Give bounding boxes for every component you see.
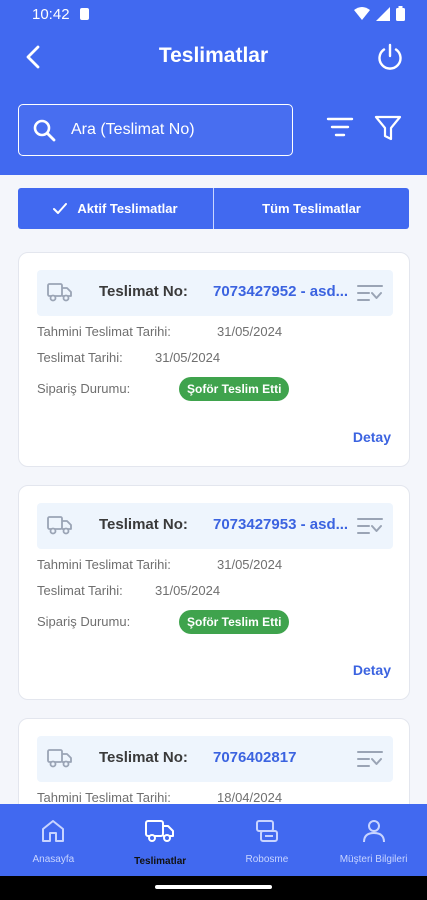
delivery-card[interactable]: Teslimat No: 7073427952 - asd... Tahmini… — [18, 252, 410, 467]
estimated-date-label: Tahmini Teslimat Tarihi: — [37, 324, 171, 339]
delivery-card-header: Teslimat No: 7073427952 - asd... — [37, 270, 393, 316]
delivery-date-value: 31/05/2024 — [155, 583, 221, 598]
check-icon — [53, 203, 68, 214]
truck-icon — [47, 516, 72, 535]
tab-active-deliveries[interactable]: Aktif Teslimatlar — [18, 188, 213, 229]
delivery-date-row: Teslimat Tarihi: 31/05/2024 — [37, 583, 220, 598]
order-status-label: Sipariş Durumu: — [37, 614, 131, 629]
filter-button[interactable] — [374, 114, 402, 147]
search-icon — [33, 119, 56, 142]
list-options-icon[interactable] — [357, 517, 383, 535]
bottom-navigation: Anasayfa Teslimatlar Robosme Müşteri Bil… — [0, 804, 427, 876]
power-icon — [378, 43, 402, 70]
delivery-date-label: Teslimat Tarihi: — [37, 350, 123, 365]
tab-all-deliveries[interactable]: Tüm Teslimatlar — [213, 188, 409, 229]
sort-button[interactable] — [326, 116, 354, 143]
search-box[interactable]: Ara (Teslimat No) — [18, 104, 293, 156]
delivery-card-header: Teslimat No: 7076402817 — [37, 736, 393, 782]
user-icon — [362, 820, 385, 843]
page-title: Teslimatlar — [158, 44, 269, 67]
delivery-date-label: Teslimat Tarihi: — [37, 583, 123, 598]
estimated-date-row: Tahmini Teslimat Tarihi: 31/05/2024 — [37, 557, 282, 572]
home-icon — [42, 820, 65, 842]
status-badge: Şoför Teslim Etti — [179, 377, 290, 401]
gesture-bar — [0, 876, 427, 900]
tab-label: Tüm Teslimatlar — [262, 201, 361, 216]
status-time: 10:42 — [32, 6, 70, 23]
order-status-row: Sipariş Durumu: Şoför Teslim Etti — [37, 377, 290, 401]
detail-link[interactable]: Detay — [353, 662, 391, 678]
delivery-number: 7076402817 — [213, 749, 297, 766]
delivery-date-value: 31/05/2024 — [155, 350, 221, 365]
truck-icon — [47, 749, 72, 768]
signal-icon — [376, 6, 390, 21]
nav-label: Robosme — [245, 854, 289, 865]
delivery-number: 7073427952 - asd... — [213, 283, 349, 300]
wifi-icon — [354, 6, 370, 20]
nav-label: Müşteri Bilgileri — [339, 854, 408, 865]
sd-card-icon — [80, 8, 89, 20]
nav-label: Anasayfa — [32, 854, 75, 865]
logout-button[interactable] — [375, 42, 405, 72]
nav-deliveries[interactable]: Teslimatlar — [107, 804, 214, 876]
system-icons — [354, 6, 405, 21]
delivery-filter-tabs: Aktif Teslimatlar Tüm Teslimatlar — [18, 188, 409, 229]
status-badge: Şoför Teslim Etti — [179, 610, 290, 634]
robot-icon — [255, 820, 278, 842]
app-bar: Teslimatlar Ara (Teslimat No) — [0, 30, 427, 175]
order-status-row: Sipariş Durumu: Şoför Teslim Etti — [37, 610, 290, 634]
delivery-no-label: Teslimat No: — [99, 283, 188, 300]
search-placeholder[interactable]: Ara (Teslimat No) — [71, 121, 195, 139]
order-status-label: Sipariş Durumu: — [37, 381, 131, 396]
home-indicator[interactable] — [155, 885, 272, 889]
truck-icon — [47, 283, 72, 302]
delivery-card[interactable]: Teslimat No: 7073427953 - asd... Tahmini… — [18, 485, 410, 700]
detail-link[interactable]: Detay — [353, 429, 391, 445]
nav-robosme[interactable]: Robosme — [214, 804, 321, 876]
delivery-card-header: Teslimat No: 7073427953 - asd... — [37, 503, 393, 549]
list-options-icon[interactable] — [357, 750, 383, 768]
delivery-no-label: Teslimat No: — [99, 749, 188, 766]
list-options-icon[interactable] — [357, 284, 383, 302]
estimated-date-value: 18/04/2024 — [217, 790, 283, 805]
estimated-date-value: 31/05/2024 — [217, 557, 283, 572]
estimated-date-value: 31/05/2024 — [217, 324, 283, 339]
estimated-date-label: Tahmini Teslimat Tarihi: — [37, 557, 171, 572]
nav-home[interactable]: Anasayfa — [0, 804, 107, 876]
estimated-date-row: Tahmini Teslimat Tarihi: 18/04/2024 — [37, 790, 282, 805]
delivery-no-label: Teslimat No: — [99, 516, 188, 533]
nav-label: Teslimatlar — [134, 856, 187, 867]
tab-label: Aktif Teslimatlar — [77, 201, 178, 216]
truck-icon — [145, 820, 175, 842]
estimated-date-row: Tahmini Teslimat Tarihi: 31/05/2024 — [37, 324, 282, 339]
nav-customer-info[interactable]: Müşteri Bilgileri — [320, 804, 427, 876]
filter-icon — [374, 115, 402, 141]
estimated-date-label: Tahmini Teslimat Tarihi: — [37, 790, 171, 805]
battery-icon — [396, 6, 405, 21]
delivery-date-row: Teslimat Tarihi: 31/05/2024 — [37, 350, 220, 365]
status-bar: 10:42 — [0, 0, 427, 30]
delivery-number: 7073427953 - asd... — [213, 516, 349, 533]
sort-icon — [326, 117, 354, 137]
